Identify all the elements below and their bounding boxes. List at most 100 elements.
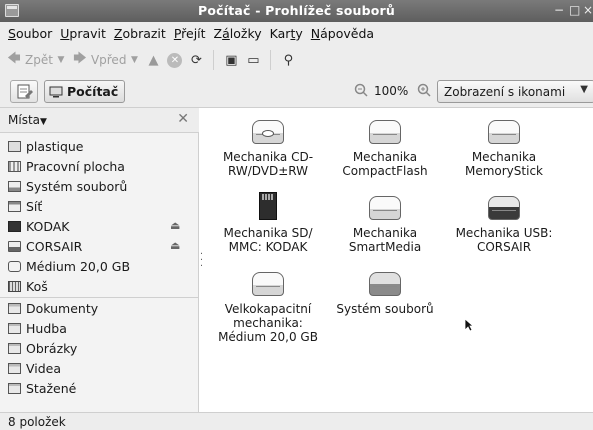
drive-item[interactable]: Mechanika CD- RW/DVD±RW (212, 116, 324, 178)
home-icon (8, 140, 21, 152)
reload-button[interactable]: ⟳ (188, 52, 204, 68)
sidebar-item-label: Stažené (26, 380, 77, 396)
sidebar-item-label: Hudba (26, 320, 67, 336)
view-mode-value: Zobrazení s ikonami (444, 85, 566, 99)
cdrom-icon (250, 116, 286, 144)
sidebar-item[interactable]: Dokumenty (0, 298, 199, 318)
folder-icon (8, 322, 21, 334)
folder-icon (8, 342, 21, 354)
sidebar-type-select[interactable]: Místa▼ (8, 113, 47, 127)
drive-item[interactable]: Mechanika SD/MMC: KODAK (212, 192, 324, 254)
sidebar-item-label: Systém souborů (26, 178, 128, 194)
eject-icon[interactable]: ⏏ (170, 239, 180, 252)
sidebar-item-label: Koš (26, 278, 48, 294)
sidebar-item[interactable]: plastique (0, 136, 199, 156)
sidebar-header-label: Místa (8, 113, 40, 127)
drive-label: Mechanika (352, 226, 418, 240)
forward-button[interactable]: 🡆 Vpřed ▼ (72, 51, 140, 68)
menu-item[interactable]: Soubor (4, 26, 56, 41)
drive-item[interactable]: Mechanika MemoryStick (448, 116, 560, 178)
sidebar-item-label: Videa (26, 360, 62, 376)
zoom-in-icon[interactable] (417, 83, 433, 99)
harddisk-icon (367, 268, 403, 296)
folder-icon (8, 362, 21, 374)
zoom-level[interactable]: 100% (374, 84, 408, 98)
drive-label: CORSAIR (476, 240, 532, 254)
drive-icon (8, 240, 21, 252)
drive-item[interactable]: Mechanika CompactFlash (329, 116, 441, 178)
forward-label: Vpřed (90, 53, 127, 67)
menu-item[interactable]: Nápověda (307, 26, 378, 41)
desktop-icon (8, 160, 21, 172)
drive-item[interactable]: Mechanika SmartMedia (329, 192, 441, 254)
menu-item[interactable]: Upravit (56, 26, 110, 41)
drive-label: Systém souborů (336, 302, 434, 316)
folder-icon (8, 302, 21, 314)
drive-label: Mechanika USB: (455, 226, 553, 240)
drive-item[interactable]: Velkokapacitní mechanika: Médium 20,0 GB (212, 268, 324, 344)
folder-icon (8, 382, 21, 394)
toolbar: 🡄 Zpět ▼ 🡆 Vpřed ▼ ▲ ✕ ⟳ ▣ ▭ ⚲ (0, 45, 593, 75)
drive-label: SmartMedia (348, 240, 422, 254)
sidebar-item[interactable]: Obrázky (0, 338, 199, 358)
places-list: plastique Pracovní plocha Systém souborů Sí… (0, 136, 199, 398)
menu-item[interactable]: Zobrazit (110, 26, 170, 41)
sidebar-item-label: Obrázky (26, 340, 78, 356)
sidebar-item[interactable]: CORSAIR ⏏ (0, 236, 199, 256)
breadcrumb-computer[interactable]: Počítač (44, 80, 126, 103)
sidebar-item-label: KODAK (26, 218, 70, 234)
drive-icon (486, 116, 522, 144)
sidebar-item[interactable]: Médium 20,0 GB (0, 256, 199, 276)
view-mode-select[interactable]: Zobrazení s ikonami ▼ (437, 80, 593, 103)
drive-label: Mechanika SD/ (223, 226, 313, 240)
sidebar-header: Místa▼ ✕ (0, 108, 199, 133)
eject-icon[interactable]: ⏏ (170, 219, 180, 232)
home-button[interactable]: ▣ (223, 52, 239, 68)
sidebar-item-label: Dokumenty (26, 300, 99, 316)
maximize-button[interactable]: □ (569, 3, 580, 17)
caret-down-icon: ▼ (40, 117, 47, 127)
chevron-down-icon[interactable]: ▼ (129, 52, 139, 68)
sidebar-item[interactable]: Videa (0, 358, 199, 378)
sidebar-item[interactable]: KODAK ⏏ (0, 216, 199, 236)
sidebar-item[interactable]: Koš (0, 276, 199, 296)
breadcrumb-label: Počítač (67, 84, 119, 99)
menu-bar: Soubor Upravit Zobrazit Přejít Záložky Karty N… (0, 22, 593, 45)
minimize-button[interactable]: − (554, 3, 564, 17)
computer-button[interactable]: ▭ (245, 52, 261, 68)
toolbar-separator (213, 50, 215, 70)
drive-item[interactable]: Mechanika USB: CORSAIR (448, 192, 560, 254)
title-bar[interactable]: Počítač - Prohlížeč souborů − □ × (0, 0, 593, 22)
drive-label: MMC: KODAK (228, 240, 308, 254)
sidebar-item[interactable]: Stažené (0, 378, 199, 398)
stop-button[interactable]: ✕ (167, 52, 183, 68)
sidebar-item[interactable]: Hudba (0, 318, 199, 338)
mouse-pointer-icon (464, 318, 475, 335)
filesystem-icon (8, 180, 21, 192)
arrow-left-icon: 🡄 (7, 51, 21, 66)
menu-item[interactable]: Přejít (170, 26, 210, 41)
drive-label: Mechanika (352, 150, 418, 164)
drive-icon (250, 268, 286, 296)
menu-item[interactable]: Záložky (210, 26, 266, 41)
sidebar-item-label: Médium 20,0 GB (26, 258, 131, 274)
location-toggle-button[interactable] (10, 80, 38, 103)
sdcard-icon (250, 192, 286, 220)
close-sidebar-icon[interactable]: ✕ (177, 111, 189, 127)
drive-item[interactable]: Systém souborů (329, 268, 441, 316)
menu-item[interactable]: Karty (266, 26, 307, 41)
sidebar-item[interactable]: Systém souborů (0, 176, 199, 196)
zoom-out-icon[interactable] (354, 83, 370, 99)
search-button[interactable]: ⚲ (280, 52, 296, 68)
sidebar-item[interactable]: Síť (0, 196, 199, 216)
sidebar-item[interactable]: Pracovní plocha (0, 156, 199, 176)
close-window-button[interactable]: × (583, 3, 593, 17)
back-button[interactable]: 🡄 Zpět ▼ (6, 51, 66, 68)
icon-view[interactable]: Mechanika CD- RW/DVD±RW Mechanika CompactFl… (202, 108, 593, 412)
chevron-down-icon[interactable]: ▼ (56, 52, 66, 68)
up-button[interactable]: ▲ (145, 52, 161, 68)
sdcard-icon (8, 220, 21, 232)
trash-icon (8, 280, 21, 292)
drive-icon (367, 116, 403, 144)
arrow-right-icon: 🡆 (73, 51, 87, 66)
